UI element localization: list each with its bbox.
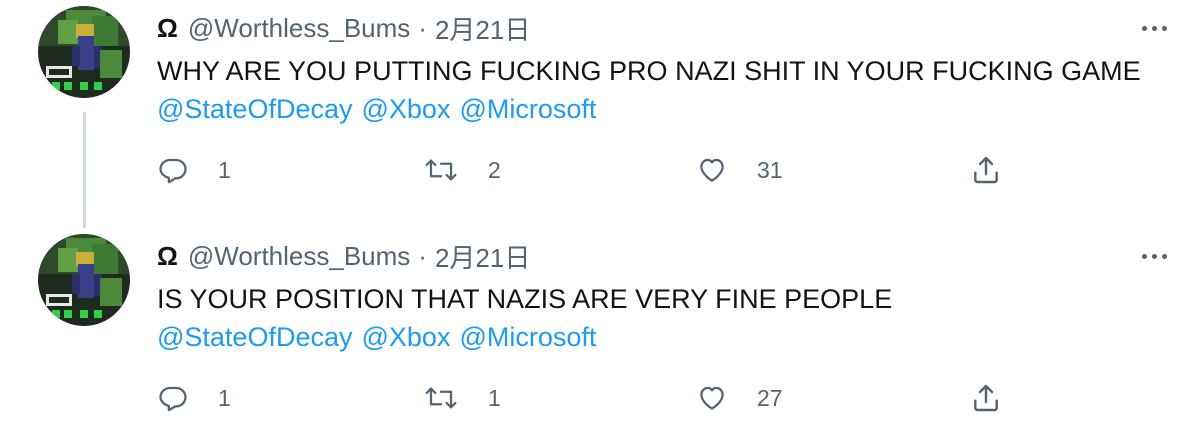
author-handle[interactable]: @Worthless_Bums [188, 241, 410, 272]
like-count: 31 [757, 156, 783, 183]
mention-link[interactable]: @StateOfDecay [157, 94, 353, 124]
separator: · [418, 240, 427, 271]
omega-icon: Ω [157, 12, 178, 43]
heart-icon [697, 155, 727, 185]
like-button[interactable]: 27 [697, 378, 783, 418]
omega-icon: Ω [157, 240, 178, 271]
separator: · [418, 12, 427, 43]
avatar[interactable] [38, 6, 130, 98]
more-options-icon[interactable] [1136, 14, 1172, 42]
mention-link[interactable]: @Xbox [362, 94, 451, 124]
reply-button[interactable]: 1 [158, 378, 231, 418]
retweet-icon [424, 383, 458, 413]
tweet-text: WHY ARE YOU PUTTING FUCKING PRO NAZI SHI… [157, 56, 1141, 86]
share-button[interactable] [970, 150, 1002, 190]
reply-count: 1 [218, 384, 231, 411]
share-button[interactable] [970, 378, 1002, 418]
retweet-count: 1 [488, 384, 501, 411]
tweet-header: Ω @Worthless_Bums · 2月21日 [157, 10, 530, 47]
share-icon [970, 154, 1002, 186]
reply-button[interactable]: 1 [158, 150, 231, 190]
mention-link[interactable]: @Microsoft [459, 94, 596, 124]
tweet-date[interactable]: 2月21日 [435, 238, 530, 275]
tweet-actions: 1 2 31 [0, 150, 1202, 190]
retweet-button[interactable]: 1 [424, 378, 501, 418]
mention-link[interactable]: @StateOfDecay [157, 322, 353, 352]
retweet-count: 2 [488, 156, 501, 183]
tweet-mentions: @StateOfDecay @Xbox @Microsoft [157, 318, 605, 356]
author-handle[interactable]: @Worthless_Bums [188, 13, 410, 44]
reply-icon [158, 383, 188, 413]
avatar[interactable] [38, 234, 130, 326]
tweet-mentions: @StateOfDecay @Xbox @Microsoft [157, 90, 605, 128]
pixel-art-avatar-image [38, 6, 130, 98]
pixel-art-avatar-image [38, 234, 130, 326]
tweet-header: Ω @Worthless_Bums · 2月21日 [157, 238, 530, 275]
more-options-icon[interactable] [1136, 242, 1172, 270]
tweet-text: IS YOUR POSITION THAT NAZIS ARE VERY FIN… [157, 284, 893, 314]
heart-icon [697, 383, 727, 413]
like-button[interactable]: 31 [697, 150, 783, 190]
tweet[interactable]: Ω @Worthless_Bums · 2月21日 WHY ARE YOU PU… [0, 0, 1202, 228]
retweet-button[interactable]: 2 [424, 150, 501, 190]
retweet-icon [424, 155, 458, 185]
like-count: 27 [757, 384, 783, 411]
mention-link[interactable]: @Microsoft [459, 322, 596, 352]
tweet-actions: 1 1 27 [0, 378, 1202, 418]
tweet-date[interactable]: 2月21日 [435, 10, 530, 47]
mention-link[interactable]: @Xbox [362, 322, 451, 352]
reply-icon [158, 155, 188, 185]
share-icon [970, 382, 1002, 414]
reply-count: 1 [218, 156, 231, 183]
tweet[interactable]: Ω @Worthless_Bums · 2月21日 IS YOUR POSITI… [0, 228, 1202, 428]
